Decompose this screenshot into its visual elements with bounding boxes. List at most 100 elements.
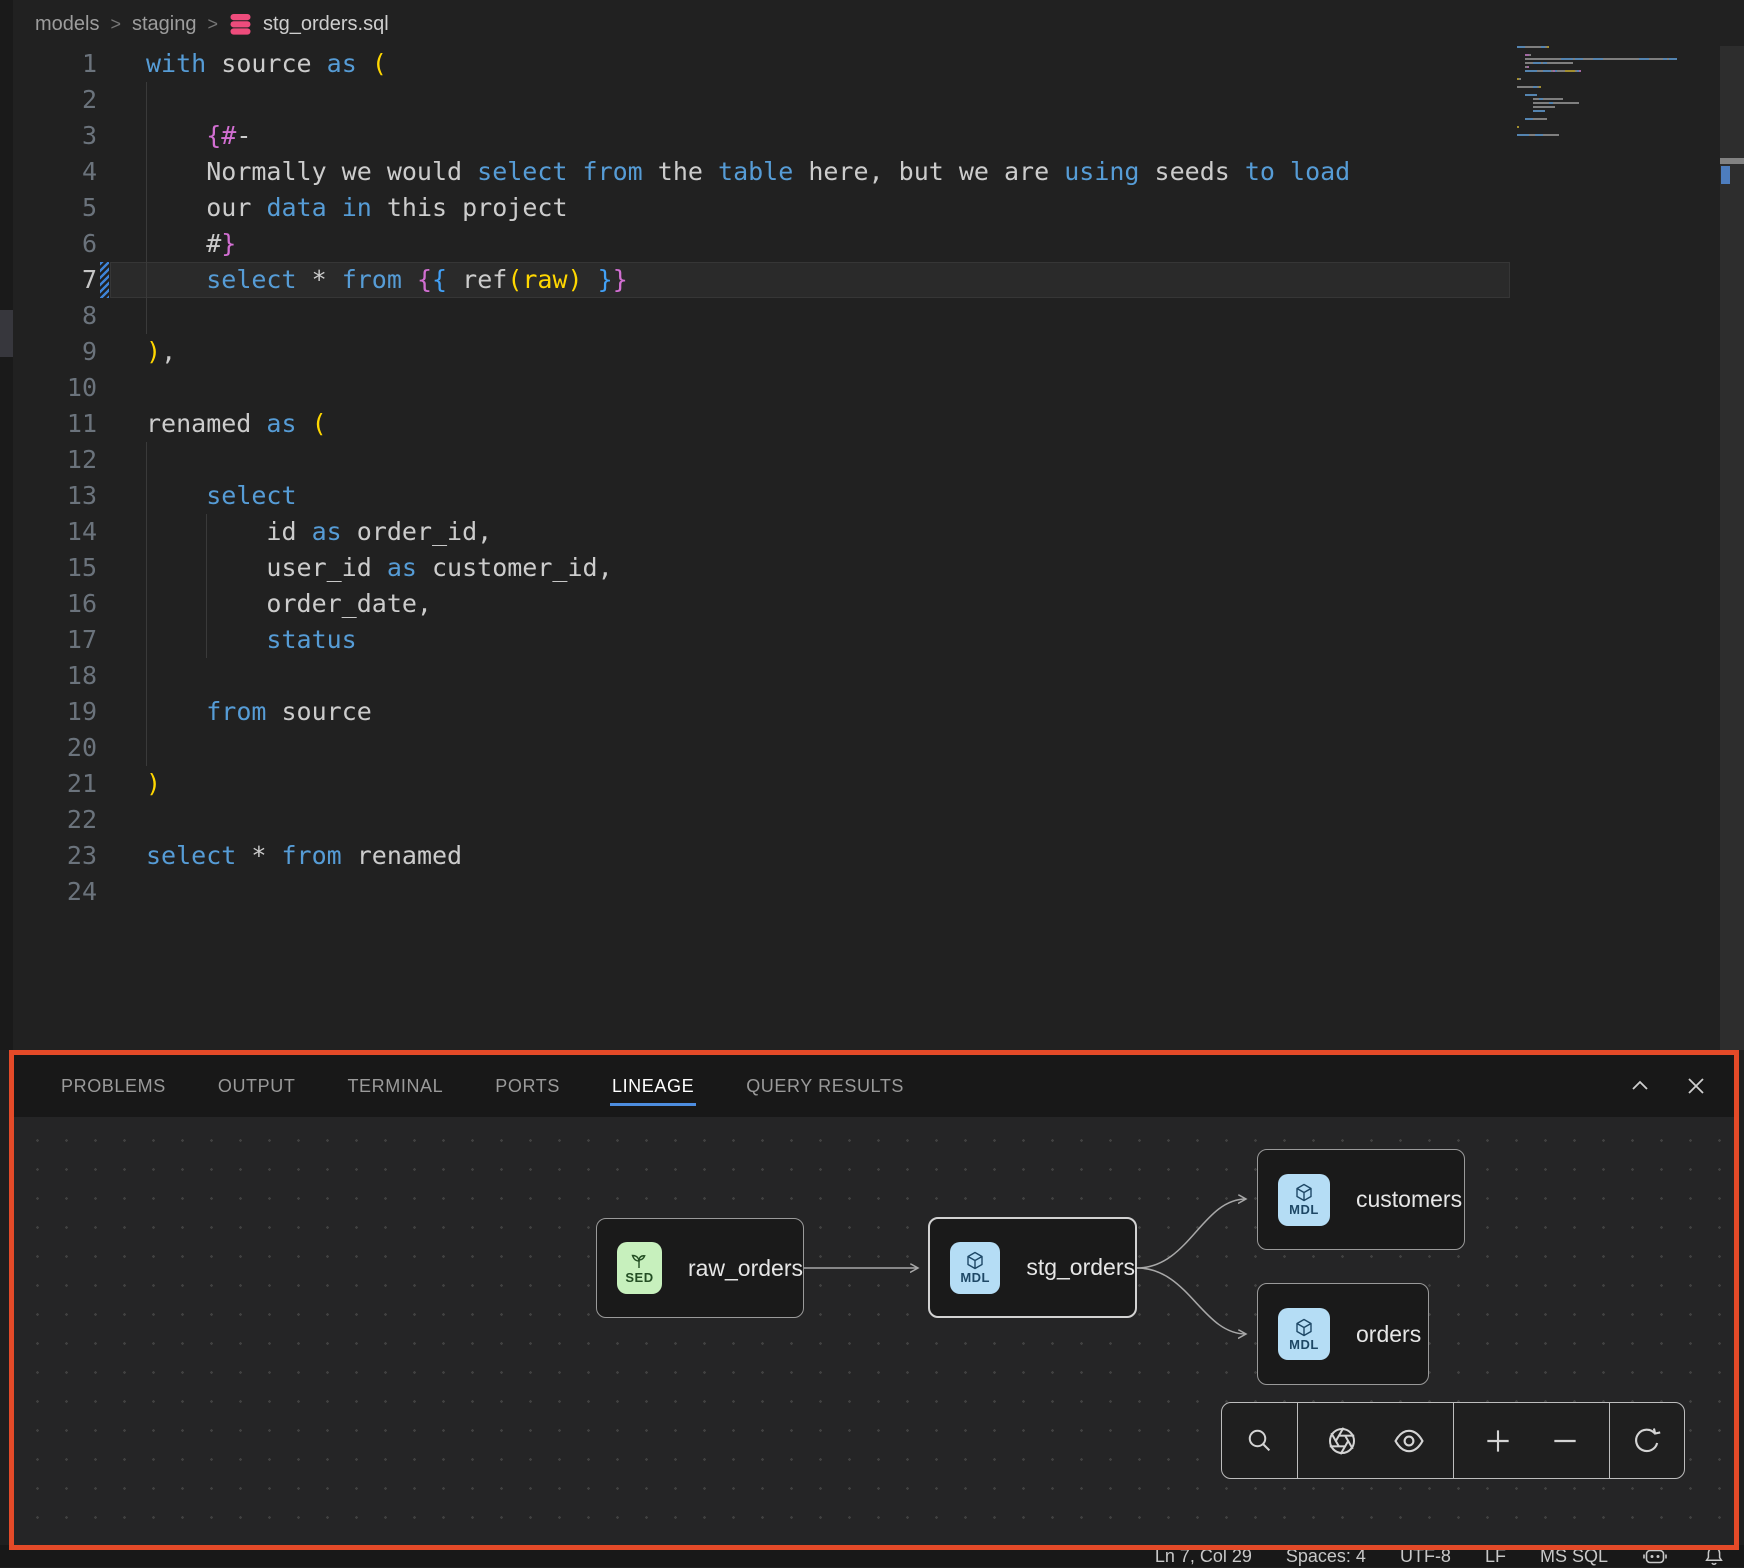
refresh-icon [1631,1425,1663,1457]
code-line-19[interactable]: 19 from source [0,694,1510,730]
overview-ruler-modified-marker [1721,166,1730,184]
line-content [97,298,146,334]
minimap[interactable] [1517,46,1697,142]
code-line-1[interactable]: 1with source as ( [0,46,1510,82]
line-number: 15 [0,550,97,586]
minimap-line [1517,78,1697,80]
badge-label: MDL [960,1271,990,1284]
line-content [97,442,146,478]
line-content: order_date, [97,586,432,622]
minimap-line [1517,54,1697,56]
lineage-node-stg-orders[interactable]: MDL stg_orders [928,1217,1137,1318]
tab-terminal[interactable]: TERMINAL [345,1066,445,1106]
lineage-node-raw-orders[interactable]: SED raw_orders [596,1218,804,1318]
line-number: 23 [0,838,97,874]
zoom-out-button[interactable] [1543,1419,1587,1463]
line-number: 21 [0,766,97,802]
line-number: 24 [0,874,97,910]
model-badge: MDL [1278,1174,1330,1226]
code-line-24[interactable]: 24 [0,874,1510,910]
tab-lineage[interactable]: LINEAGE [610,1066,696,1106]
code-line-15[interactable]: 15 user_id as customer_id, [0,550,1510,586]
code-line-20[interactable]: 20 [0,730,1510,766]
line-content: ) [97,766,161,802]
code-line-16[interactable]: 16 order_date, [0,586,1510,622]
visibility-button[interactable] [1387,1419,1431,1463]
chevron-right-icon: > [110,14,121,35]
minimap-line [1517,138,1697,140]
zoom-in-button[interactable] [1476,1419,1520,1463]
code-line-10[interactable]: 10 [0,370,1510,406]
line-number: 13 [0,478,97,514]
line-content: select * from {{ ref(raw) }} [97,262,628,298]
eye-icon [1392,1424,1426,1458]
tab-ports[interactable]: PORTS [493,1066,562,1106]
code-line-6[interactable]: 6 #} [0,226,1510,262]
code-line-5[interactable]: 5 our data in this project [0,190,1510,226]
code-line-12[interactable]: 12 [0,442,1510,478]
code-line-4[interactable]: 4 Normally we would select from the tabl… [0,154,1510,190]
chevron-up-icon [1628,1074,1652,1098]
minimap-line [1517,94,1697,96]
minimap-line [1517,62,1697,64]
line-content: renamed as ( [97,406,327,442]
tab-problems[interactable]: PROBLEMS [59,1066,168,1106]
minimap-line [1517,66,1697,68]
breadcrumb-item-staging[interactable]: staging [132,13,197,36]
code-line-2[interactable]: 2 [0,82,1510,118]
code-line-18[interactable]: 18 [0,658,1510,694]
line-number: 1 [0,46,97,82]
line-number: 18 [0,658,97,694]
line-number: 11 [0,406,97,442]
close-panel-button[interactable] [1684,1074,1708,1098]
line-number: 20 [0,730,97,766]
code-line-22[interactable]: 22 [0,802,1510,838]
line-number: 5 [0,190,97,226]
breadcrumb-file-name[interactable]: stg_orders.sql [263,13,389,36]
code-line-17[interactable]: 17 status [0,622,1510,658]
code-line-7[interactable]: 7 select * from {{ ref(raw) }} [0,262,1510,298]
code-line-21[interactable]: 21) [0,766,1510,802]
code-lines[interactable]: 1with source as (23 {#-4 Normally we wou… [0,46,1510,910]
line-number: 6 [0,226,97,262]
code-line-9[interactable]: 9), [0,334,1510,370]
lineage-toolbar [1221,1402,1685,1479]
search-button[interactable] [1238,1419,1282,1463]
tab-query-results[interactable]: QUERY RESULTS [744,1066,906,1106]
code-line-11[interactable]: 11renamed as ( [0,406,1510,442]
code-line-3[interactable]: 3 {#- [0,118,1510,154]
lineage-node-orders[interactable]: MDL orders [1257,1283,1429,1385]
line-number: 4 [0,154,97,190]
line-content: {#- [97,118,251,154]
code-line-23[interactable]: 23select * from renamed [0,838,1510,874]
tab-output[interactable]: OUTPUT [216,1066,298,1106]
minimap-line [1517,130,1697,132]
minimap-line [1517,58,1697,60]
maximize-panel-button[interactable] [1628,1074,1652,1098]
cube-icon [1294,1318,1314,1338]
code-line-13[interactable]: 13 select [0,478,1510,514]
lineage-edges [14,1117,1734,1545]
refresh-button[interactable] [1625,1419,1669,1463]
code-editor[interactable]: models > staging > stg_orders.sql 1with … [0,0,1744,1050]
minimap-line [1517,74,1697,76]
breadcrumb-item-models[interactable]: models [35,13,99,36]
line-content: id as order_id, [97,514,492,550]
line-content: with source as ( [97,46,387,82]
lineage-canvas[interactable]: SED raw_orders MDL stg_orders MDL custom… [14,1117,1734,1545]
line-content [97,82,146,118]
scrollbar-track[interactable] [1720,46,1744,1050]
line-content: status [97,622,357,658]
code-line-8[interactable]: 8 [0,298,1510,334]
minimap-line [1517,106,1697,108]
minimap-line [1517,114,1697,116]
model-badge: MDL [1278,1308,1330,1360]
code-line-14[interactable]: 14 id as order_id, [0,514,1510,550]
aperture-button[interactable] [1320,1419,1364,1463]
line-number: 16 [0,586,97,622]
plus-icon [1482,1425,1514,1457]
minimap-line [1517,102,1697,104]
line-content: select * from renamed [97,838,462,874]
lineage-node-customers[interactable]: MDL customers [1257,1149,1465,1250]
line-content: select [97,478,297,514]
